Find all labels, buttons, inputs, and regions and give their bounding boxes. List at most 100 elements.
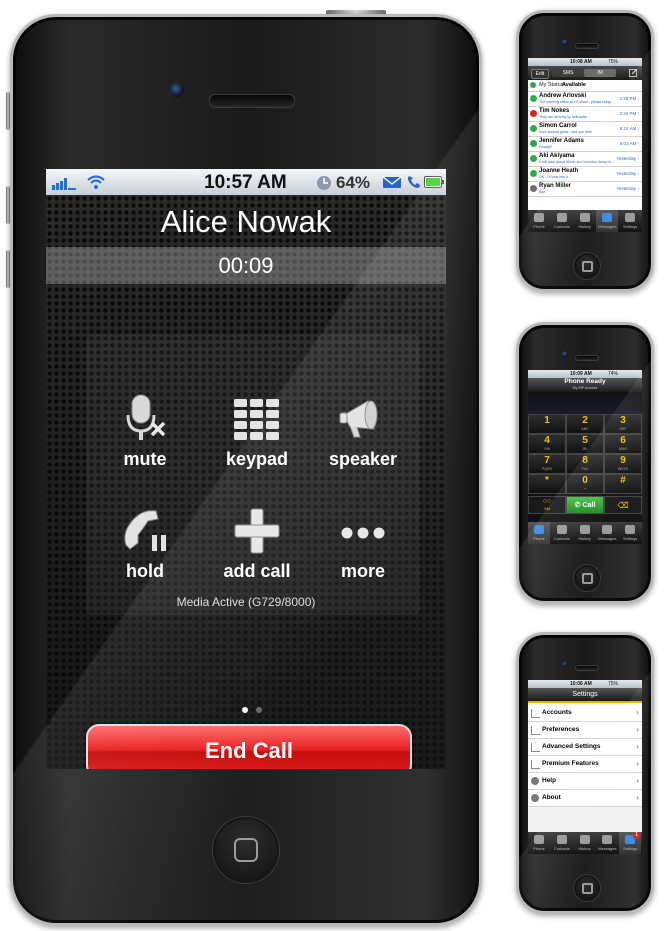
dial-key-9[interactable]: 9 WXYZ: [604, 454, 642, 474]
dial-key-5[interactable]: 5 JKL: [566, 434, 604, 454]
dial-key-7[interactable]: 7 PQRS: [528, 454, 566, 474]
dial-key-2[interactable]: 2 ABC: [566, 414, 604, 434]
tab-history[interactable]: History: [574, 522, 596, 544]
speaker-label: speaker: [328, 449, 398, 469]
more-button[interactable]: more: [308, 497, 418, 597]
compose-icon[interactable]: [629, 69, 638, 77]
tab-contacts[interactable]: Contacts: [551, 210, 573, 232]
settings-item-advanced-settings[interactable]: Advanced Settings ›: [528, 739, 642, 756]
key-letters: GHI: [543, 447, 551, 451]
home-button[interactable]: [574, 253, 600, 279]
page-indicator[interactable]: [239, 705, 269, 715]
chevron-right-icon: ›: [636, 725, 639, 734]
available-status-icon: [530, 140, 537, 147]
tab-label: Phone: [533, 846, 545, 851]
settings-item-preferences[interactable]: Preferences ›: [528, 722, 642, 739]
tab-phone[interactable]: Phone: [528, 832, 550, 854]
dialpad-screen: 10:09 AM 74% Phone Ready My SIP Account …: [528, 370, 642, 544]
gears-icon: [531, 743, 540, 752]
phone-call-icon: [408, 176, 420, 188]
call-button[interactable]: ✆ Call: [566, 496, 604, 514]
key-digit: 9: [620, 455, 626, 466]
key-digit: 0: [582, 475, 588, 486]
settings-item-about[interactable]: About ›: [528, 790, 642, 807]
tab-messages[interactable]: Messages: [596, 832, 618, 854]
list-item[interactable]: Joanne Heath OK - I'll look into it Yester…: [528, 167, 642, 182]
voicemail-button[interactable]: ○○ VM: [528, 496, 566, 514]
speaker-button[interactable]: speaker: [308, 385, 418, 485]
dial-key-star[interactable]: *: [528, 474, 566, 494]
tab-phone[interactable]: Phone: [528, 210, 550, 232]
backspace-button[interactable]: ⌫: [604, 496, 642, 514]
available-status-icon: [530, 95, 537, 102]
message-preview: They are arriving by helicopter: [539, 115, 588, 119]
home-button[interactable]: [574, 875, 600, 901]
battery-percent: 75%: [608, 681, 619, 687]
tab-phone[interactable]: Phone: [528, 522, 550, 544]
edit-button[interactable]: Edit: [531, 69, 549, 79]
status-time: 10:06 AM: [570, 681, 592, 687]
dial-key-0[interactable]: 0 +: [566, 474, 604, 494]
history-icon: [579, 525, 590, 534]
tab-messages[interactable]: Messages: [596, 210, 619, 232]
dial-key-6[interactable]: 6 MNO: [604, 434, 642, 454]
contact-name: Andrew Arlovski: [539, 93, 587, 99]
list-item[interactable]: Andrew Arlovski The meeting starts at 10:…: [528, 92, 642, 107]
dial-key-4[interactable]: 4 GHI: [528, 434, 566, 454]
message-time: 8:03 AM ›: [619, 141, 639, 146]
tab-bar: Phone Contacts History Messages Settings: [528, 522, 642, 544]
hold-button[interactable]: hold: [90, 497, 200, 597]
busy-status-icon: [530, 110, 537, 117]
list-item[interactable]: Ryan Miller Bye Yesterday ›: [528, 182, 642, 197]
key-letters: ABC: [581, 427, 589, 431]
settings-item-help[interactable]: Help ›: [528, 773, 642, 790]
dial-key-hash[interactable]: #: [604, 474, 642, 494]
add-call-button[interactable]: add call: [202, 497, 312, 597]
tab-contacts[interactable]: Contacts: [551, 832, 573, 854]
phone-icon: [534, 213, 544, 222]
tab-history[interactable]: History: [574, 832, 596, 854]
tab-settings[interactable]: Settings: [619, 210, 641, 232]
main-phone: 10:57 AM 64% Alice Nowak 00:09 mute keyp…: [10, 14, 482, 926]
status-bar: 10:06 AM 75%: [528, 680, 642, 688]
keypad-button[interactable]: keypad: [202, 385, 312, 485]
tab-settings[interactable]: Settings: [619, 522, 641, 544]
key-digit: 5: [582, 435, 588, 446]
call-screen: 10:57 AM 64% Alice Nowak 00:09 mute keyp…: [46, 169, 446, 769]
my-status[interactable]: My Status: Available: [528, 80, 642, 92]
sync-clock-icon: [317, 176, 331, 190]
message-time: 2:34 PM ›: [619, 111, 639, 116]
list-item[interactable]: Tim Nokes They are arriving by helicopter…: [528, 107, 642, 122]
list-item[interactable]: Jennifer Adams Finally!!! 8:03 AM ›: [528, 137, 642, 152]
phone-icon: [534, 525, 544, 534]
list-item[interactable]: Simon Carrol Sure sounds great - see you …: [528, 122, 642, 137]
contact-name: Aki Akiyama: [539, 153, 575, 159]
message-time: Yesterday ›: [616, 186, 639, 191]
tab-settings[interactable]: Settings 1: [619, 832, 642, 854]
add-call-label: add call: [223, 561, 291, 581]
tab-messages[interactable]: Messages: [596, 522, 618, 544]
dial-key-8[interactable]: 8 TUV: [566, 454, 604, 474]
number-display[interactable]: [528, 392, 642, 414]
home-button[interactable]: [574, 565, 600, 591]
tab-contacts[interactable]: Contacts: [551, 522, 573, 544]
settings-item-premium-features[interactable]: Premium Features ›: [528, 756, 642, 773]
dial-key-1[interactable]: 1: [528, 414, 566, 434]
tab-label: Contacts: [553, 536, 570, 541]
settings-title: Settings: [528, 688, 642, 703]
home-button[interactable]: [213, 817, 279, 883]
mute-button[interactable]: mute: [90, 385, 200, 485]
tab-sms[interactable]: SMS: [552, 69, 584, 77]
list-item[interactable]: Aki Akiyama It will take about 40min and …: [528, 152, 642, 167]
dial-key-3[interactable]: 3 DEF: [604, 414, 642, 434]
message-time: 2:48 PM ›: [619, 96, 639, 101]
end-call-button[interactable]: End Call: [86, 724, 412, 769]
tab-history[interactable]: History: [574, 210, 596, 232]
settings-label: Help: [542, 777, 557, 784]
tab-im[interactable]: IM: [584, 69, 616, 77]
settings-item-accounts[interactable]: Accounts ›: [528, 705, 642, 722]
chevron-right-icon: ›: [636, 708, 639, 717]
signal-icon: [52, 178, 76, 190]
tab-label: Contacts: [553, 846, 570, 851]
battery-icon: [424, 176, 444, 188]
